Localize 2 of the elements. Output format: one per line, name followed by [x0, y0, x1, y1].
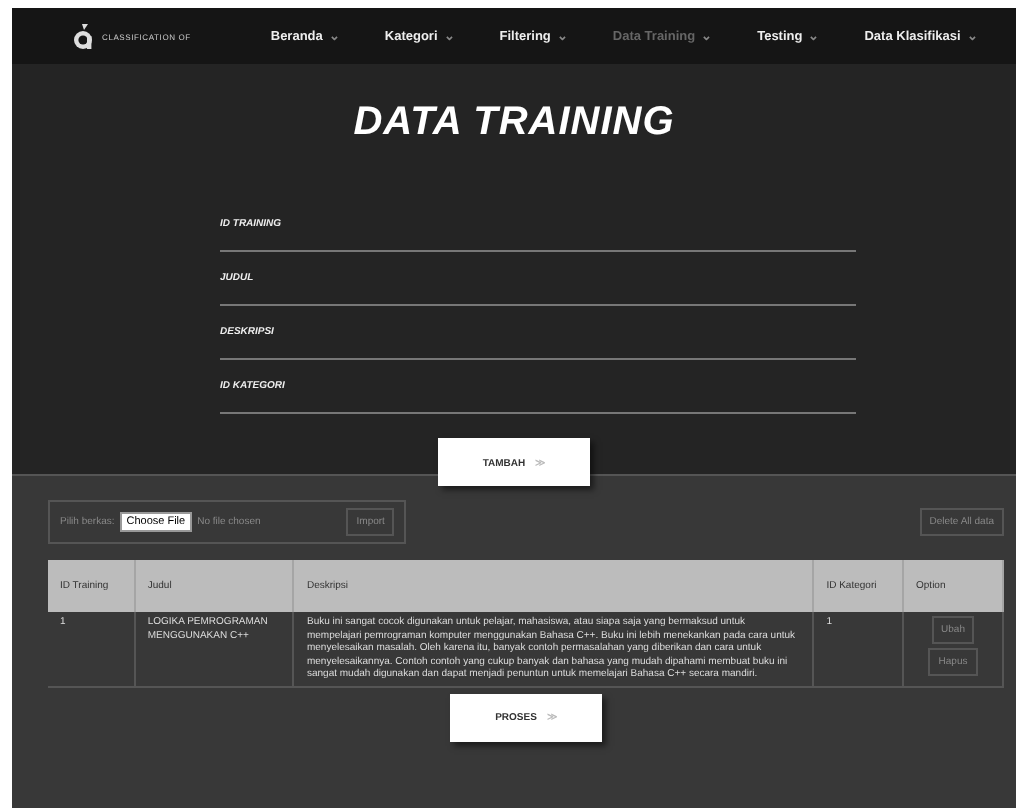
page-title: DATA TRAINING [351, 100, 677, 146]
logo-icon [72, 23, 94, 49]
